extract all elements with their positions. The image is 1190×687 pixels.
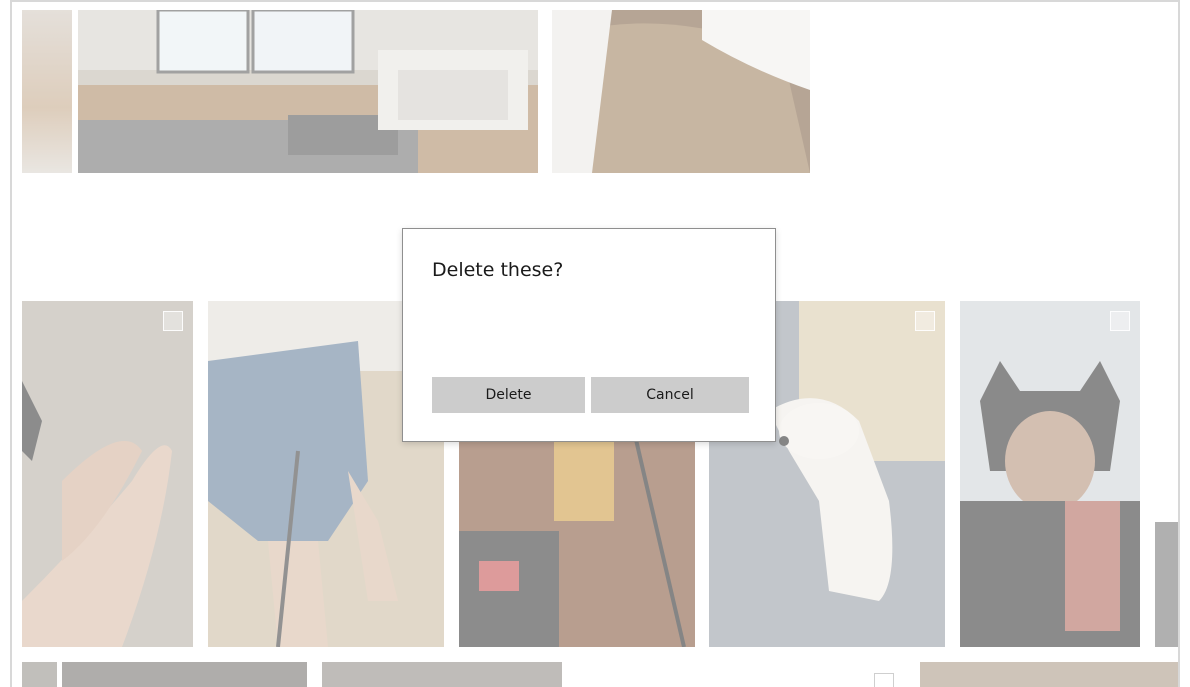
photo-partial-bottom-3[interactable]: [322, 662, 562, 687]
dialog-title: Delete these?: [432, 259, 564, 281]
photo-partial-right[interactable]: [1155, 522, 1178, 647]
photo-partial-bottom-4[interactable]: [920, 662, 1178, 687]
cancel-button[interactable]: Cancel: [591, 377, 749, 413]
photo-gallery: Delete these? Delete Cancel: [10, 0, 1180, 687]
photo-partial-bottom-2[interactable]: [62, 662, 307, 687]
photo-cat-mask[interactable]: [960, 301, 1140, 647]
delete-confirm-dialog: Delete these? Delete Cancel: [402, 228, 776, 442]
photo-desk-monitors[interactable]: [78, 10, 538, 173]
photo-sofa-cushion[interactable]: [552, 10, 810, 173]
delete-button[interactable]: Delete: [432, 377, 585, 413]
photo-partial-bottom-1[interactable]: [22, 662, 57, 687]
photo-partial-left-top[interactable]: [22, 10, 72, 173]
select-checkbox[interactable]: [874, 673, 894, 687]
photo-bare-feet[interactable]: [22, 301, 193, 647]
